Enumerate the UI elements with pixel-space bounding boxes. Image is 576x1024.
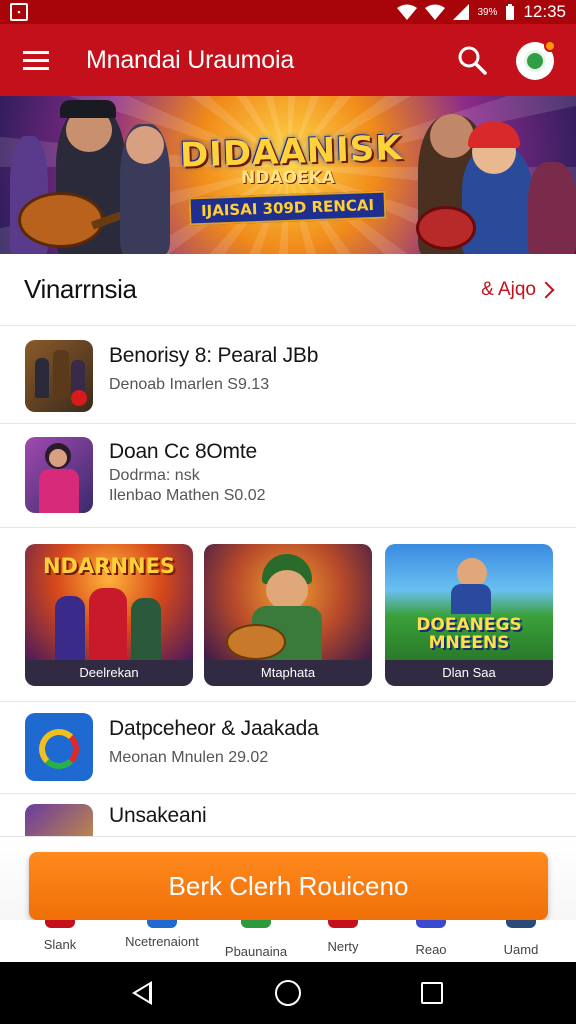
guitar-illustration	[226, 624, 286, 660]
app-bar: Mnandai Uraumoia	[0, 24, 576, 96]
game-card-heading: DOEANEGS MNEENS	[416, 615, 522, 653]
list-item[interactable]: Datpceheor & Jaakada Meonan Mnulen 29.02	[0, 702, 576, 794]
primary-cta-button[interactable]: Berk Clerh Rouiceno	[29, 852, 548, 920]
games-icon	[241, 920, 271, 928]
featured-cards: NDARNNES Deelrekan Mtaphata DOEANEGS MNE…	[0, 544, 576, 702]
list-item-meta: Ilenbao Mathen S0.02	[109, 487, 266, 504]
list-item-title: Datpceheor & Jaakada	[109, 717, 319, 740]
list-item-title: Doan Cc 8Omte	[109, 440, 257, 463]
section-header: Vinarrnsia & Ajqo	[0, 254, 576, 326]
wifi-icon	[397, 4, 418, 20]
nav-item-nerty[interactable]: Nerty	[308, 920, 378, 962]
hamburger-menu-icon[interactable]	[0, 24, 72, 96]
nav-item-slank[interactable]: Slank	[20, 920, 100, 962]
nav-item-pbaunaina[interactable]: Pbaunaina	[214, 920, 298, 962]
banner-logo-title: DIDAANISK	[179, 128, 404, 176]
nav-label: Reao	[415, 942, 447, 957]
nav-item-reao[interactable]: Reao	[396, 920, 466, 962]
bottom-navigation: Slank Ncetrenaiont Pbaunaina Nerty Reao …	[0, 920, 576, 962]
list-item[interactable]: Doan Cc 8Omte Dodrma: nsk Ilenbao Mathen…	[0, 424, 576, 528]
list-item-title: Unsakeani	[109, 804, 207, 827]
nav-label: Pbaunaina	[224, 944, 288, 959]
home-circle-icon[interactable]	[275, 980, 301, 1006]
clock: 12:35	[523, 2, 566, 21]
game-card[interactable]: NDARNNES Deelrekan	[25, 544, 193, 686]
notification-icon: ▪	[10, 3, 28, 21]
battery-icon	[506, 4, 515, 20]
list-item-subtitle: Denoab Imarlen S9.13	[109, 376, 270, 393]
app-thumbnail	[25, 340, 93, 412]
nav-label: Ncetrenaiont	[125, 934, 199, 949]
list-item-title: Benorisy 8: Pearal JBb	[109, 344, 319, 367]
nav-label: Uamd	[503, 942, 539, 957]
section-title: Vinarrnsia	[24, 274, 137, 304]
app-thumbnail	[25, 804, 93, 838]
guitar-illustration	[416, 206, 476, 250]
notification-badge	[544, 40, 556, 52]
search-icon[interactable]	[456, 44, 488, 76]
party-icon	[328, 920, 358, 928]
list-item[interactable]: Benorisy 8: Pearal JBb Denoab Imarlen S9…	[0, 328, 576, 424]
character-illustration	[528, 162, 576, 254]
nav-item-ncetrenaiont[interactable]: Ncetrenaiont	[112, 920, 212, 962]
nav-label: Nerty	[327, 939, 359, 954]
avatar[interactable]	[516, 40, 556, 80]
grid-icon	[147, 920, 177, 928]
chevron-right-icon	[537, 281, 555, 298]
game-card-caption: Dlan Saa	[385, 660, 553, 686]
game-card-heading: NDARNNES	[42, 554, 176, 578]
game-card-caption: Mtaphata	[204, 660, 372, 686]
list-item[interactable]: Unsakeani	[0, 794, 576, 838]
home-icon	[45, 920, 75, 928]
app-thumbnail	[25, 713, 93, 781]
recent-apps-icon[interactable]	[421, 982, 443, 1004]
wifi-icon	[425, 4, 446, 20]
hero-banner[interactable]: DIDAANISK NDAOEKA IJAISAI 309D RENCAI	[0, 96, 576, 254]
game-card[interactable]: Mtaphata	[204, 544, 372, 686]
see-more-link[interactable]: & Ajqo	[481, 278, 555, 301]
list-item-subtitle: Dodrma: nsk	[109, 467, 200, 484]
nav-label: Slank	[43, 937, 77, 952]
system-navigation-bar	[0, 962, 576, 1024]
banner-ribbon: IJAISAI 309D RENCAI	[189, 190, 387, 226]
profile-icon	[506, 920, 536, 928]
app-thumbnail	[25, 437, 93, 513]
battery-percent: 39%	[477, 6, 498, 18]
video-icon	[416, 920, 446, 928]
list-item-subtitle: Meonan Mnulen 29.02	[109, 749, 269, 766]
game-card[interactable]: DOEANEGS MNEENS Dlan Saa	[385, 544, 553, 686]
app-title: Mnandai Uraumoia	[86, 45, 295, 74]
status-bar: ▪ 39% 12:35	[0, 0, 576, 24]
game-card-caption: Deelrekan	[25, 660, 193, 686]
guitar-illustration	[18, 192, 104, 248]
banner-logo: DIDAANISK NDAOEKA IJAISAI 309D RENCAI	[179, 110, 404, 236]
back-icon[interactable]	[132, 981, 152, 1005]
nav-item-uamd[interactable]: Uamd	[486, 920, 556, 962]
see-more-label: & Ajqo	[481, 278, 536, 300]
signal-icon	[453, 4, 470, 20]
